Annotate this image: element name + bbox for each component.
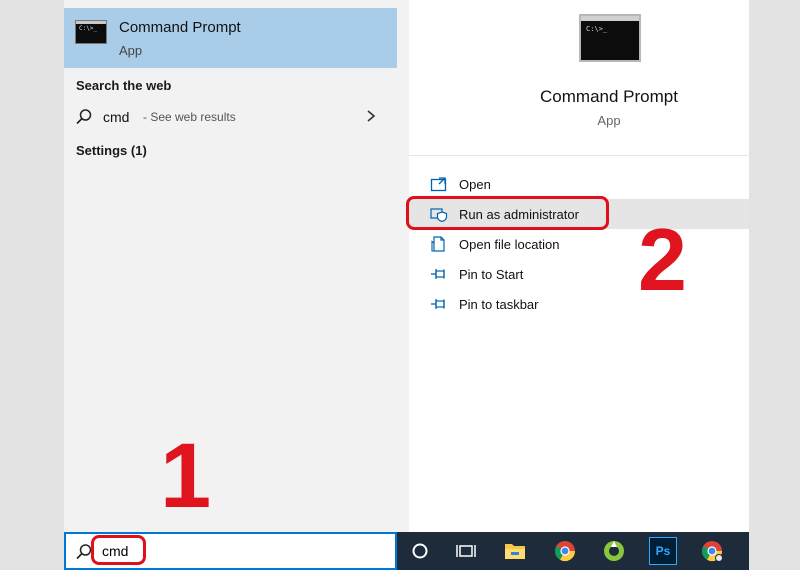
action-label: Open — [459, 177, 491, 192]
detail-pane: C:\>_ Command Prompt App Open Run as adm… — [409, 0, 749, 532]
photoshop-icon[interactable]: Ps — [649, 537, 677, 565]
left-frame — [0, 0, 64, 570]
right-frame — [749, 0, 800, 570]
detail-divider — [409, 155, 749, 156]
chrome-canary-icon[interactable] — [698, 537, 726, 565]
open-icon — [430, 177, 447, 192]
greenshot-icon[interactable] — [600, 537, 628, 565]
search-web-header: Search the web — [76, 78, 172, 93]
action-open-file-location[interactable]: Open file location — [409, 229, 749, 259]
command-prompt-large-icon: C:\>_ — [579, 14, 641, 62]
best-match-subtitle: App — [119, 43, 143, 58]
search-results-pane: C:\>_ Command Prompt App Search the web … — [64, 0, 409, 532]
best-match-title: Command Prompt — [119, 19, 241, 36]
web-result-row[interactable]: cmd - See web results — [64, 100, 397, 132]
action-pin-to-start[interactable]: Pin to Start — [409, 259, 749, 289]
detail-title: Command Prompt — [540, 87, 678, 106]
settings-header[interactable]: Settings (1) — [76, 143, 147, 158]
cortana-icon[interactable] — [406, 537, 434, 565]
task-view-icon[interactable] — [452, 537, 480, 565]
step-number-2: 2 — [638, 210, 687, 309]
file-location-icon — [431, 236, 445, 252]
action-open[interactable]: Open — [409, 169, 749, 199]
file-explorer-icon[interactable] — [501, 537, 529, 565]
action-label: Pin to taskbar — [459, 297, 539, 312]
action-pin-to-taskbar[interactable]: Pin to taskbar — [409, 289, 749, 319]
web-search-hint: - See web results — [143, 110, 236, 124]
step-number-1: 1 — [160, 425, 212, 527]
action-label: Pin to Start — [459, 267, 524, 282]
web-search-term: cmd — [103, 109, 130, 125]
pin-icon — [431, 299, 445, 309]
pin-icon — [431, 269, 445, 279]
run-as-admin-highlight — [406, 196, 609, 230]
search-box-highlight — [91, 535, 146, 565]
search-icon — [76, 109, 92, 125]
detail-subtitle: App — [597, 113, 621, 128]
chrome-icon[interactable] — [551, 537, 579, 565]
chevron-right-icon — [367, 110, 376, 122]
command-prompt-icon: C:\>_ — [75, 20, 107, 44]
action-label: Open file location — [459, 237, 560, 252]
detail-header: C:\>_ Command Prompt App — [409, 0, 749, 155]
taskbar: Ps — [397, 532, 749, 570]
best-match-command-prompt[interactable]: C:\>_ Command Prompt App — [64, 8, 397, 68]
